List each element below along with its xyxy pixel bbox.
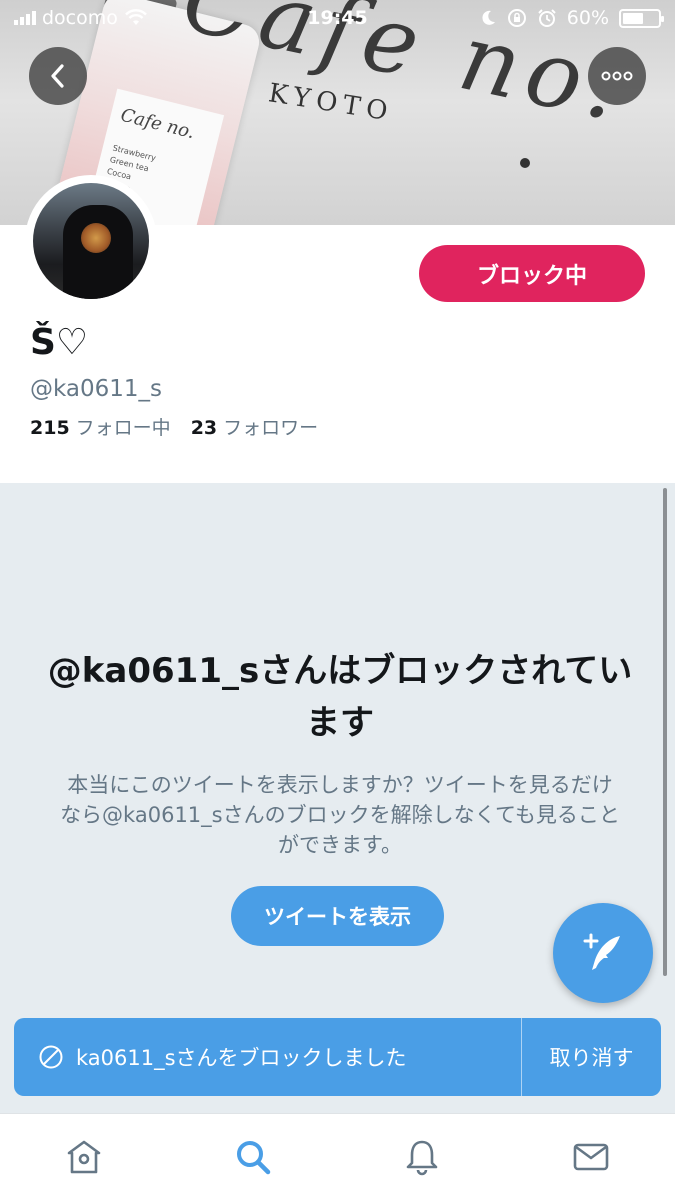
more-icon [601, 71, 633, 81]
toast-message: ka0611_sさんをブロックしました [76, 1046, 407, 1070]
toast-message-area: ka0611_sさんをブロックしました [14, 1018, 521, 1096]
messages-icon [573, 1143, 608, 1171]
compose-feather-icon [583, 933, 620, 970]
moon-icon [482, 10, 495, 25]
avatar-image [33, 183, 149, 299]
show-tweets-button[interactable]: ツイートを表示 [231, 886, 444, 946]
following-link[interactable]: 215 フォロー中 [30, 413, 171, 440]
blocked-title: @ka0611_sさんはブロックされています [47, 651, 633, 743]
blocked-button[interactable]: ブロック中 [419, 245, 645, 302]
tab-messages[interactable] [506, 1114, 675, 1200]
scrollbar[interactable] [663, 488, 667, 976]
user-handle: @ka0611_s [30, 376, 163, 402]
home-icon [68, 1140, 101, 1174]
orientation-lock-icon [507, 9, 526, 27]
avatar[interactable] [25, 175, 157, 307]
following-label: フォロー中 [75, 417, 171, 439]
more-options-button[interactable] [588, 47, 646, 105]
status-right: 60% [479, 7, 664, 29]
followers-link[interactable]: 23 フォロワー [191, 413, 318, 440]
banner-dot [520, 158, 530, 168]
block-icon [39, 1045, 63, 1069]
undo-button[interactable]: 取り消す [522, 1042, 661, 1072]
compose-tweet-button[interactable] [553, 903, 653, 1003]
tab-home[interactable] [0, 1114, 169, 1200]
alarm-icon [538, 9, 556, 27]
notifications-icon [406, 1140, 438, 1176]
tab-notifications[interactable] [338, 1114, 507, 1200]
block-toast: ka0611_sさんをブロックしました 取り消す [14, 1018, 661, 1096]
following-count: 215 [30, 417, 70, 439]
search-icon [237, 1141, 271, 1175]
tab-search[interactable] [169, 1114, 338, 1200]
battery-percent: 60% [566, 7, 609, 29]
display-name: Š♡ [30, 322, 89, 363]
follow-stats: 215 フォロー中 23 フォロワー [30, 413, 318, 440]
bottle-label-text: Cafe no. [118, 104, 197, 144]
status-bar: docomo 19:45 60% [0, 0, 675, 40]
followers-count: 23 [190, 417, 218, 439]
back-button[interactable] [29, 47, 87, 105]
blocked-description: 本当にこのツイートを表示しますか？ツイートを見るだけなら@ka0611_sさんの… [60, 773, 620, 857]
chevron-left-icon [51, 64, 64, 88]
followers-label: フォロワー [223, 417, 319, 439]
bottom-tab-bar [0, 1113, 675, 1200]
battery-icon [619, 8, 664, 28]
